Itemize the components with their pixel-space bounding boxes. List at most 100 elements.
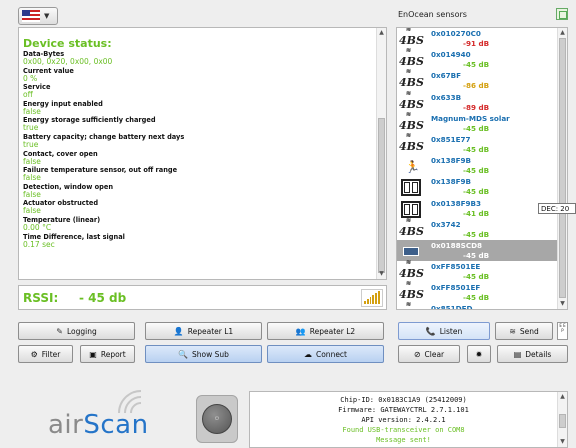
4bs-icon: ≋4BS <box>399 89 424 111</box>
users-icon: 👥 <box>295 326 306 336</box>
sensor-row[interactable]: 0x0188SCD8 -45 dB <box>397 239 567 262</box>
listen-button[interactable]: 📞 Listen <box>398 322 490 340</box>
sensor-db: -45 dB <box>463 250 490 260</box>
sensor-row[interactable]: ≋ 4BS Magnum-MDS solar -45 dB <box>397 110 567 134</box>
report-button[interactable]: ▣ Report <box>80 345 135 363</box>
sensor-icon-text: 4BS <box>399 309 424 310</box>
user-icon: 👤 <box>173 326 184 336</box>
scroll-thumb[interactable] <box>559 38 566 298</box>
gears-icon: ⚙ <box>30 349 38 359</box>
scroll-down-icon[interactable]: ▼ <box>558 299 567 309</box>
sensor-db: -91 dB <box>463 39 490 48</box>
scroll-down-icon[interactable]: ▼ <box>377 269 386 279</box>
send-button[interactable]: ≋ Send <box>495 322 553 340</box>
status-value: false <box>23 156 41 166</box>
status-scrollbar[interactable]: ▲ ▼ <box>376 28 386 279</box>
cloud-icon: ☁ <box>303 349 312 359</box>
window-icon <box>399 178 423 197</box>
panel-toggle-icon[interactable] <box>556 8 568 20</box>
logging-label: Logging <box>66 326 97 336</box>
sensor-row[interactable]: ≋ 4BS 0x014940 -45 dB <box>397 47 567 70</box>
sensor-row[interactable]: 🏃 0x138F9B -45 dB <box>397 155 567 176</box>
4bs-icon: ≋4BS <box>399 68 424 90</box>
status-label: Contact, cover open <box>23 149 98 158</box>
scroll-up-icon[interactable]: ▲ <box>377 28 386 38</box>
sensor-row[interactable]: ≋ 4BS 0x010270C0 -91 dB <box>397 28 567 49</box>
sensor-icon-text: 4BS <box>399 288 424 302</box>
sensor-icon-text: 4BS <box>399 76 424 90</box>
console-line: Found USB-transceiver on COM8 <box>342 426 465 434</box>
scroll-thumb[interactable] <box>559 414 566 428</box>
eep-toggle[interactable]: E E P <box>557 322 568 340</box>
sensor-db: -45 dB <box>463 123 490 133</box>
power-button[interactable]: ⏻ <box>196 395 238 443</box>
console-scrollbar[interactable]: ▲ ▼ <box>557 392 567 447</box>
sensor-id: Magnum-MDS solar <box>431 113 510 123</box>
sensor-row[interactable]: ≋ 4BS 0x633B -89 dB <box>397 89 567 113</box>
scroll-up-icon[interactable]: ▲ <box>558 28 567 38</box>
send-label: Send <box>519 326 539 336</box>
repeater-l2-button[interactable]: 👥 Repeater L2 <box>267 322 384 340</box>
sensor-row[interactable]: ≋ 4BS 0x851E77 -45 dB <box>397 132 567 155</box>
4bs-icon: ≋4BS <box>399 110 424 132</box>
scroll-up-icon[interactable]: ▲ <box>558 392 567 402</box>
show-sub-label: Show Sub <box>192 349 229 359</box>
settings-button[interactable]: ✹ <box>467 345 491 363</box>
status-value: 0.00 °C <box>23 222 52 232</box>
console-line: API version: 2.4.2.1 <box>361 416 446 424</box>
gear-icon: ✹ <box>475 349 483 359</box>
sensor-row[interactable]: ≋ 4BS 0x67BF -86 dB <box>397 68 567 91</box>
sensor-row[interactable]: ≋ 4BS 0x3742 -45 dB <box>397 217 567 240</box>
filter-label: Filter <box>41 349 61 359</box>
sensor-id: 0x851E77 <box>431 134 471 144</box>
rssi-value: - 45 db <box>79 291 127 305</box>
sensor-icon-text: 4BS <box>399 139 424 153</box>
sensor-db: -45 dB <box>463 60 490 70</box>
sensor-id: 0xFF8501EE <box>431 262 481 272</box>
sensor-list-scrollbar[interactable]: ▲ ▼ <box>557 28 567 309</box>
filter-button[interactable]: ⚙ Filter <box>18 345 73 363</box>
sensor-row[interactable]: ≋ 4BS 0xFF8501EE -45 dB <box>397 259 567 282</box>
logging-button[interactable]: ✎ Logging <box>18 322 135 340</box>
scroll-down-icon[interactable]: ▼ <box>558 437 567 447</box>
sensors-panel-title: EnOcean sensors <box>398 10 467 19</box>
scroll-thumb[interactable] <box>378 118 385 273</box>
console-line: Message sent! <box>376 436 431 444</box>
clear-label: Clear <box>424 349 445 359</box>
status-value: false <box>23 106 41 116</box>
sensor-icon-text: 4BS <box>399 97 424 111</box>
connect-button[interactable]: ☁ Connect <box>267 345 384 363</box>
language-dropdown[interactable]: ▼ <box>18 7 58 25</box>
sensor-db: -45 dB <box>463 144 490 154</box>
sensor-row[interactable]: ≋ 4BS 0xFF8501EF -45 dB <box>397 280 567 303</box>
sensor-id: 0x010270C0 <box>431 29 481 38</box>
sensor-row[interactable]: 0x138F9B -45 dB <box>397 176 567 197</box>
repeater-l1-label: Repeater L1 <box>187 326 234 336</box>
status-value: false <box>23 206 41 216</box>
sensor-id: 0x3742 <box>431 219 461 229</box>
sensor-id: 0x0138F9B3 <box>431 198 482 208</box>
status-value: false <box>23 173 41 183</box>
repeater-l1-button[interactable]: 👤 Repeater L1 <box>145 322 262 340</box>
details-icon: ▤ <box>513 349 522 359</box>
rssi-panel: RSSI: - 45 db <box>18 285 387 310</box>
4bs-icon: ≋4BS <box>399 27 424 47</box>
sensor-row[interactable]: ≋4BS0x851DFD-45 dB <box>397 301 567 310</box>
airscan-logo: airScan <box>48 410 149 440</box>
sensor-db: -45 dB <box>463 187 490 197</box>
device-icon <box>399 242 423 260</box>
show-sub-button[interactable]: 🔍 Show Sub <box>145 345 262 363</box>
footer: airScan ⏻ Chip-ID: 0x0183C1A9 (25412009)… <box>0 375 576 448</box>
clear-button[interactable]: ⊘ Clear <box>398 345 460 363</box>
sensor-id: 0x633B <box>431 92 462 102</box>
sensor-id: 0x851DFD <box>431 304 473 310</box>
4bs-icon: ≋4BS <box>399 259 424 281</box>
sensor-icon-text: 4BS <box>399 55 424 69</box>
sensor-db: -89 dB <box>463 102 490 112</box>
logo-suffix: Scan <box>83 410 149 440</box>
sensor-db: -45 dB <box>463 229 490 239</box>
rssi-label: RSSI: <box>23 291 59 305</box>
status-value: 0x00, 0x20, 0x00, 0x00 <box>23 57 113 66</box>
details-button[interactable]: ▤ Details <box>497 345 568 363</box>
motion-icon: 🏃 <box>405 160 420 175</box>
